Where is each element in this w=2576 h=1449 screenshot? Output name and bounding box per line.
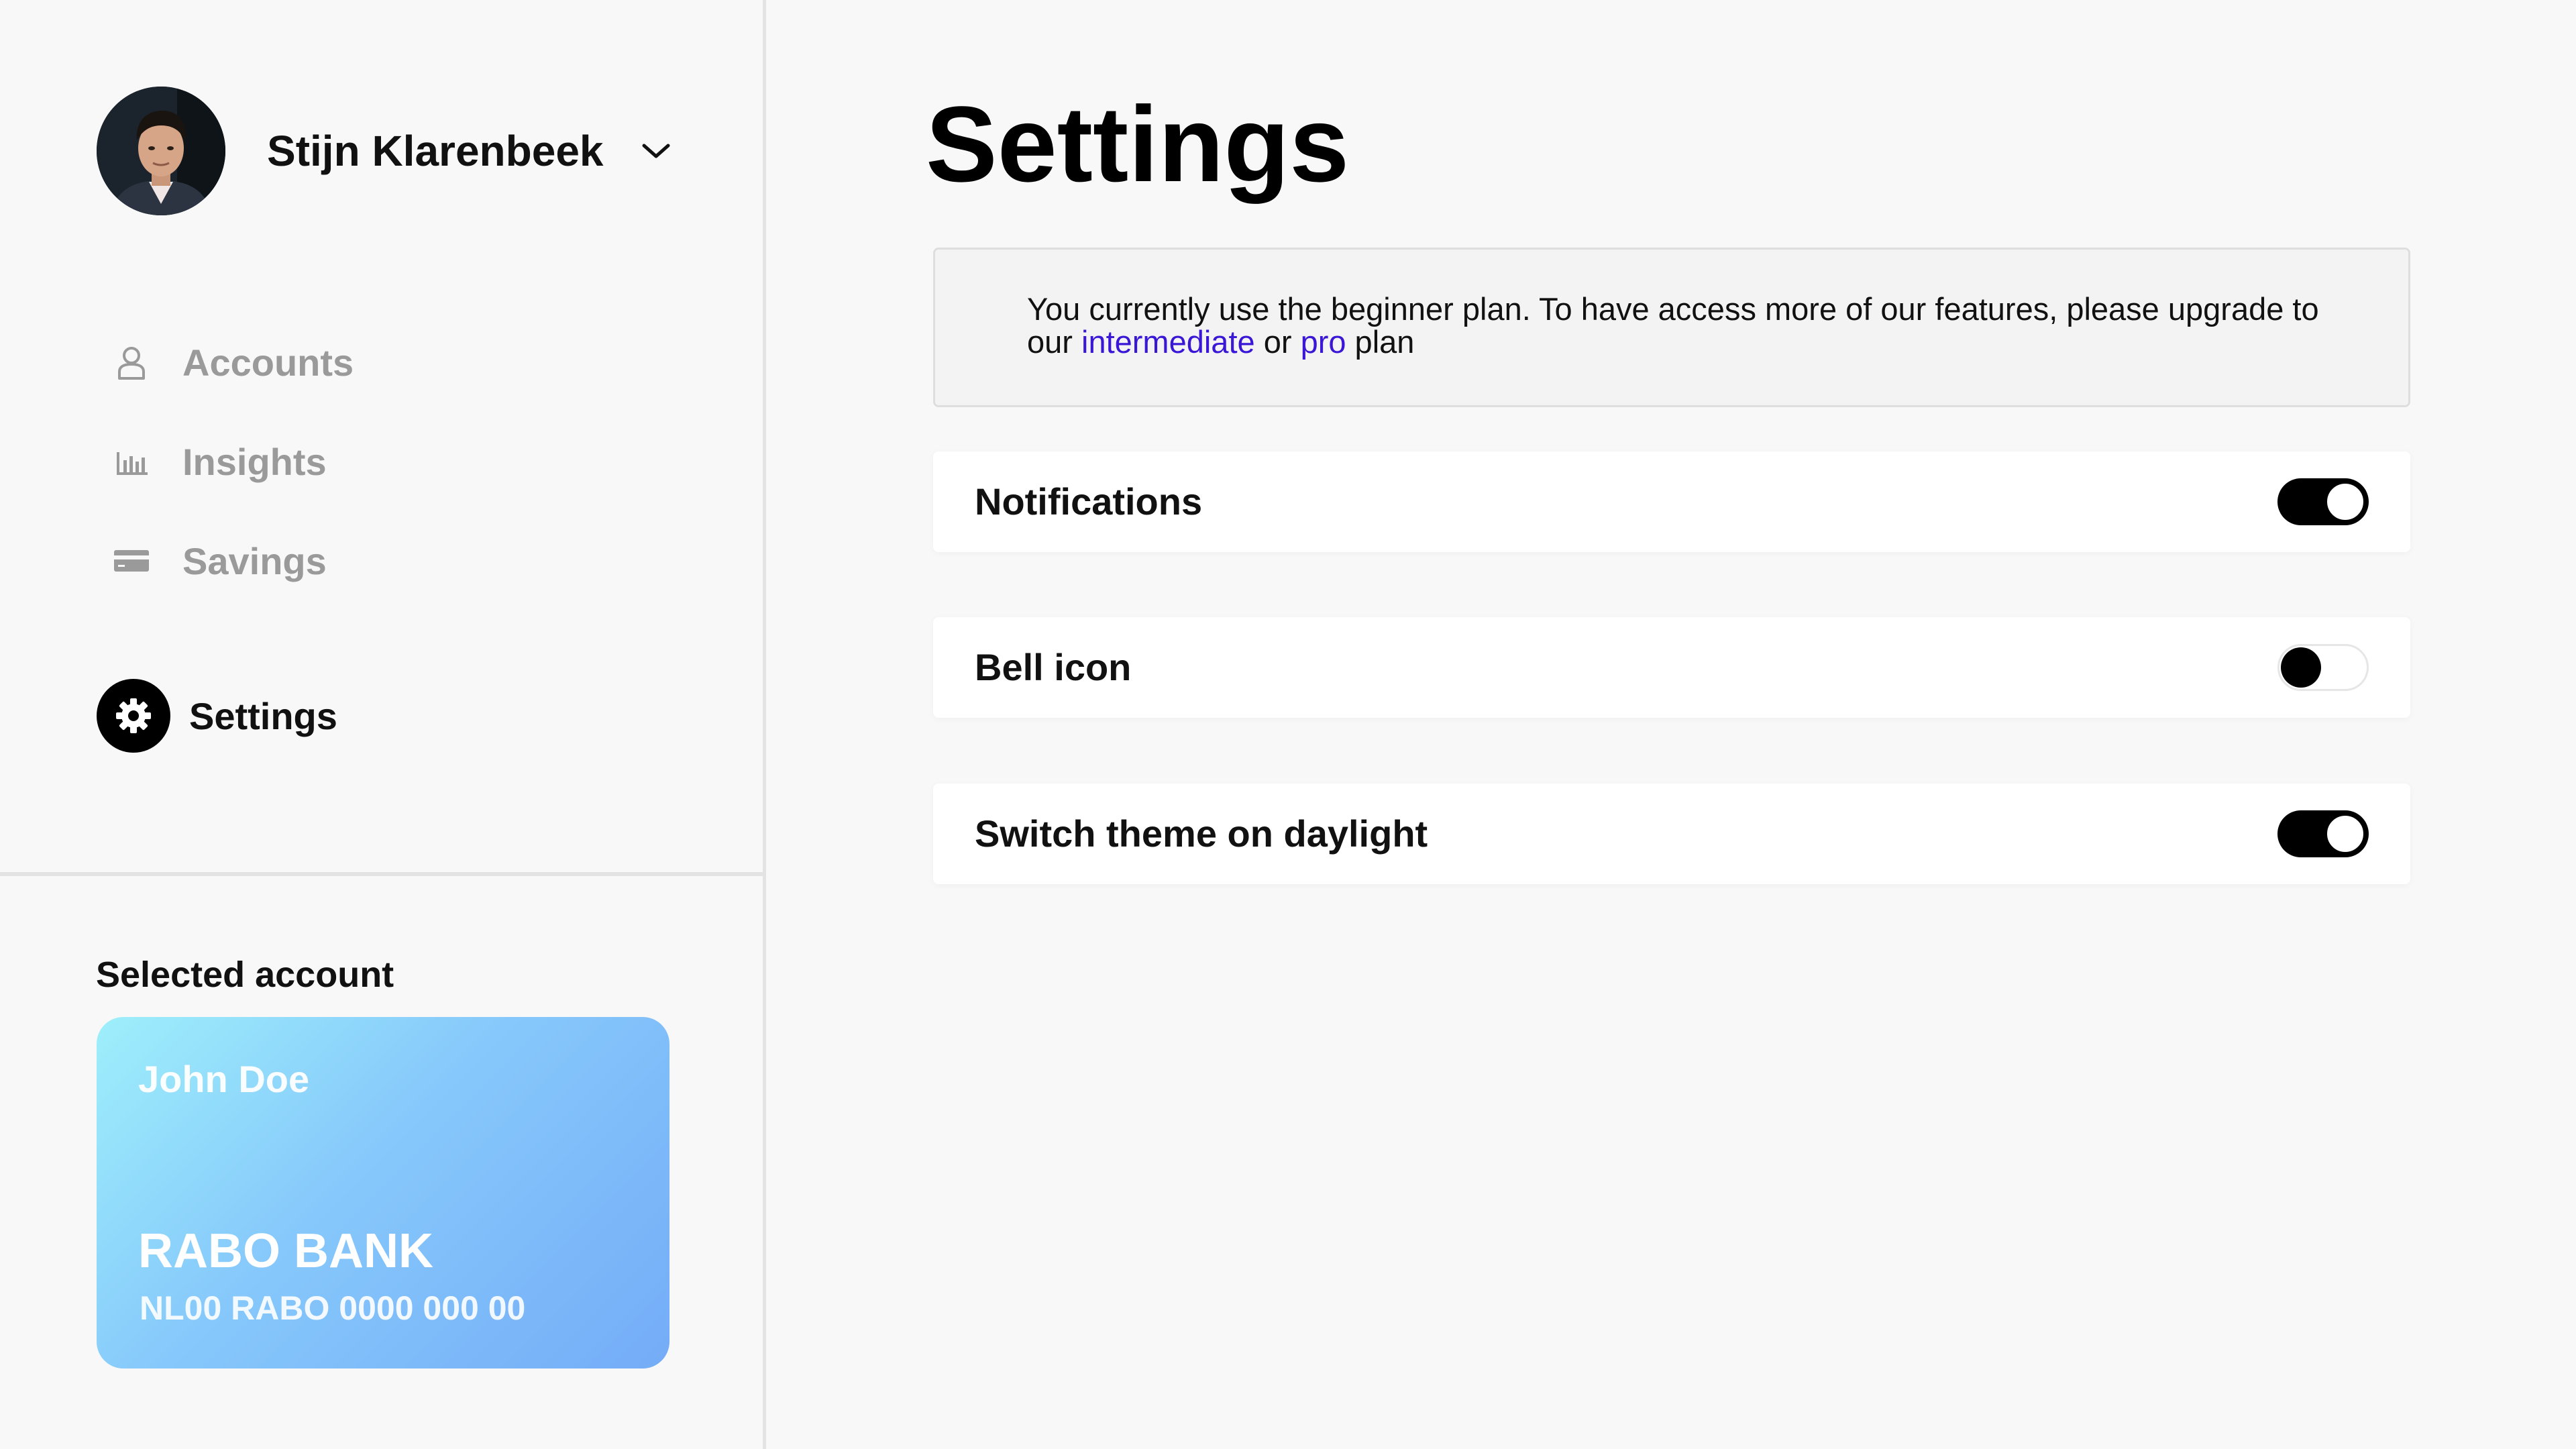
bell-icon-toggle[interactable] xyxy=(2277,644,2369,691)
sidebar-item-label: Accounts xyxy=(182,341,354,384)
pro-plan-link[interactable]: pro xyxy=(1301,324,1346,360)
app: Stijn Klarenbeek Accounts Insights Savin… xyxy=(0,0,2576,1449)
sidebar-item-insights[interactable]: Insights xyxy=(110,428,354,495)
avatar xyxy=(97,87,225,215)
setting-label: Switch theme on daylight xyxy=(975,812,1428,855)
sidebar-item-savings[interactable]: Savings xyxy=(110,527,354,594)
sidebar-item-label: Insights xyxy=(182,440,327,483)
sidebar-item-label: Settings xyxy=(189,694,337,737)
notifications-toggle[interactable] xyxy=(2277,478,2369,525)
setting-row-switch-theme: Switch theme on daylight xyxy=(933,784,2410,884)
chevron-down-icon[interactable] xyxy=(641,142,671,160)
gear-icon xyxy=(97,679,170,753)
setting-label: Bell icon xyxy=(975,646,1132,688)
card-bank-name: RABO BANK xyxy=(138,1224,433,1278)
sidebar-divider xyxy=(0,872,766,876)
selected-account-heading: Selected account xyxy=(96,955,394,995)
intermediate-plan-link[interactable]: intermediate xyxy=(1081,324,1255,360)
account-card[interactable]: John Doe RABO BANK NL00 RABO 0000 000 00 xyxy=(97,1017,669,1368)
avatar-portrait-icon xyxy=(97,87,225,215)
plan-banner: You currently use the beginner plan. To … xyxy=(933,248,2410,407)
sidebar: Stijn Klarenbeek Accounts Insights Savin… xyxy=(0,0,766,1449)
setting-row-notifications: Notifications xyxy=(933,451,2410,552)
setting-row-bell-icon: Bell icon xyxy=(933,617,2410,718)
credit-card-icon xyxy=(110,539,153,582)
plan-message: You currently use the beginner plan. To … xyxy=(1027,292,2342,358)
sidebar-item-label: Savings xyxy=(182,539,327,582)
page-title: Settings xyxy=(926,84,1350,204)
profile-name: Stijn Klarenbeek xyxy=(267,127,604,175)
setting-label: Notifications xyxy=(975,480,1203,523)
toggle-knob xyxy=(2325,814,2365,854)
toggle-knob xyxy=(2325,482,2365,522)
plan-text-after: plan xyxy=(1346,324,1415,360)
user-icon xyxy=(110,341,153,384)
sidebar-item-settings[interactable]: Settings xyxy=(97,679,337,753)
sidebar-item-accounts[interactable]: Accounts xyxy=(110,329,354,396)
bar-chart-icon xyxy=(110,440,153,483)
card-iban: NL00 RABO 0000 000 00 xyxy=(140,1289,526,1327)
card-holder-name: John Doe xyxy=(138,1058,310,1100)
switch-theme-toggle[interactable] xyxy=(2277,810,2369,857)
plan-text-or: or xyxy=(1254,324,1301,360)
toggle-knob xyxy=(2281,647,2321,688)
profile-menu[interactable]: Stijn Klarenbeek xyxy=(97,87,671,215)
sidebar-nav: Accounts Insights Savings xyxy=(110,329,354,627)
